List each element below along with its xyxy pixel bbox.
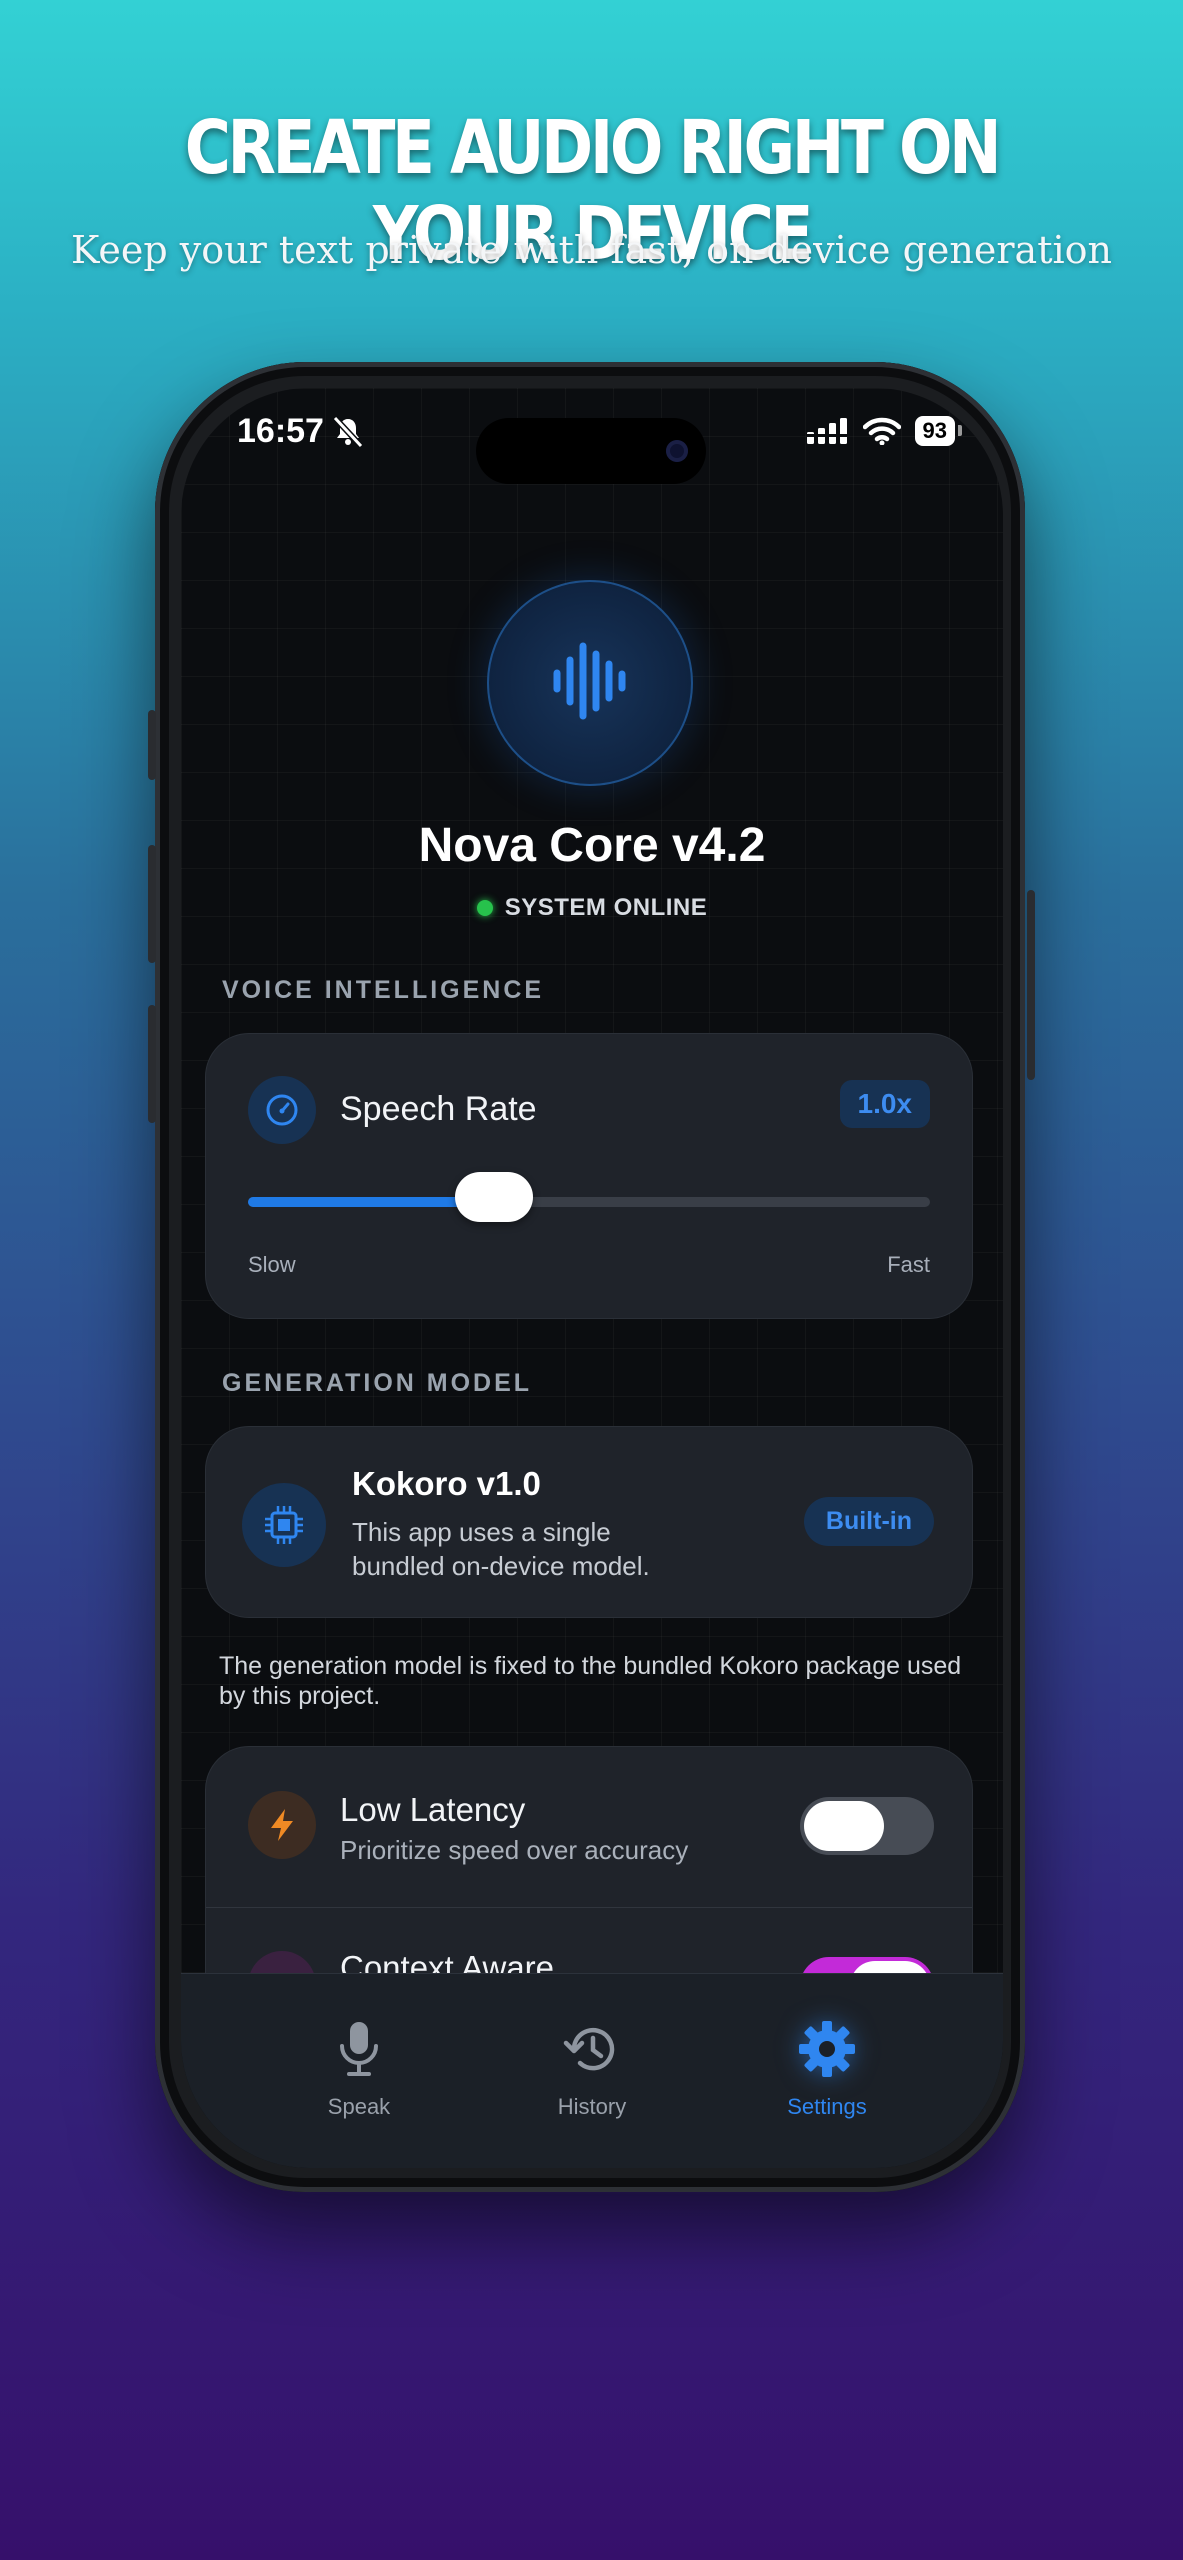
waveform-icon	[553, 642, 626, 720]
dynamic-island	[476, 418, 706, 484]
status-dot	[476, 900, 493, 916]
microphone-icon	[284, 2014, 434, 2084]
volume-down-button	[148, 1005, 156, 1123]
chip-icon	[242, 1483, 326, 1567]
wifi-icon	[862, 417, 901, 445]
speech-rate-card: Speech Rate 1.0x Slow Fast	[205, 1033, 973, 1319]
app-screen: 16:57 93 Nova Core v4.2 SYSTEM ONLINE VO…	[181, 388, 1003, 2168]
speech-rate-value: 1.0x	[839, 1080, 930, 1128]
low-latency-toggle[interactable]	[800, 1797, 934, 1855]
model-card: Kokoro v1.0 This app uses a single bundl…	[205, 1426, 973, 1618]
slider-min-label: Slow	[248, 1252, 296, 1277]
tab-settings-label: Settings	[787, 2094, 867, 2119]
tab-bar: Speak History Settings	[181, 1973, 1003, 2168]
speech-rate-label: Speech Rate	[340, 1090, 537, 1128]
bell-muted-icon	[332, 416, 364, 448]
volume-up-button	[148, 845, 156, 963]
divider	[206, 1907, 972, 1908]
model-name: Kokoro v1.0	[352, 1465, 541, 1502]
status-time: 16:57	[237, 412, 324, 450]
tab-history-label: History	[557, 2094, 627, 2119]
action-button	[148, 710, 156, 780]
system-status-label: SYSTEM ONLINE	[504, 894, 708, 921]
app-title: Nova Core v4.2	[418, 819, 766, 872]
status-indicators: 93	[806, 416, 963, 446]
tab-history[interactable]: History	[517, 2014, 667, 2120]
front-camera	[666, 440, 688, 462]
gear-icon	[752, 2014, 902, 2084]
speedometer-icon	[248, 1076, 316, 1144]
history-icon	[517, 2014, 667, 2084]
built-in-badge: Built-in	[803, 1497, 934, 1546]
slider-thumb[interactable]	[454, 1172, 533, 1222]
tab-speak-label: Speak	[327, 2094, 391, 2119]
slider-max-label: Fast	[887, 1252, 930, 1277]
cellular-signal-icon	[806, 418, 847, 444]
promo-subheadline: Keep your text private with fast, on-dev…	[71, 228, 1112, 272]
model-description: This app uses a single bundled on-device…	[352, 1517, 650, 1581]
section-title-voice: VOICE INTELLIGENCE	[222, 976, 545, 1004]
low-latency-label: Low Latency	[340, 1791, 526, 1828]
tab-settings[interactable]: Settings	[752, 2014, 902, 2120]
battery-indicator: 93	[914, 416, 963, 446]
system-status: SYSTEM ONLINE	[181, 894, 1003, 922]
waveform-logo	[487, 580, 693, 786]
section-title-generation: GENERATION MODEL	[222, 1369, 533, 1397]
speech-rate-slider[interactable]	[248, 1172, 930, 1222]
lightning-icon	[248, 1791, 316, 1859]
toggle-knob	[804, 1801, 884, 1851]
power-button	[1027, 890, 1035, 1080]
model-note: The generation model is fixed to the bun…	[219, 1652, 962, 1710]
tab-speak[interactable]: Speak	[284, 2014, 434, 2120]
low-latency-subtitle: Prioritize speed over accuracy	[340, 1835, 689, 1865]
